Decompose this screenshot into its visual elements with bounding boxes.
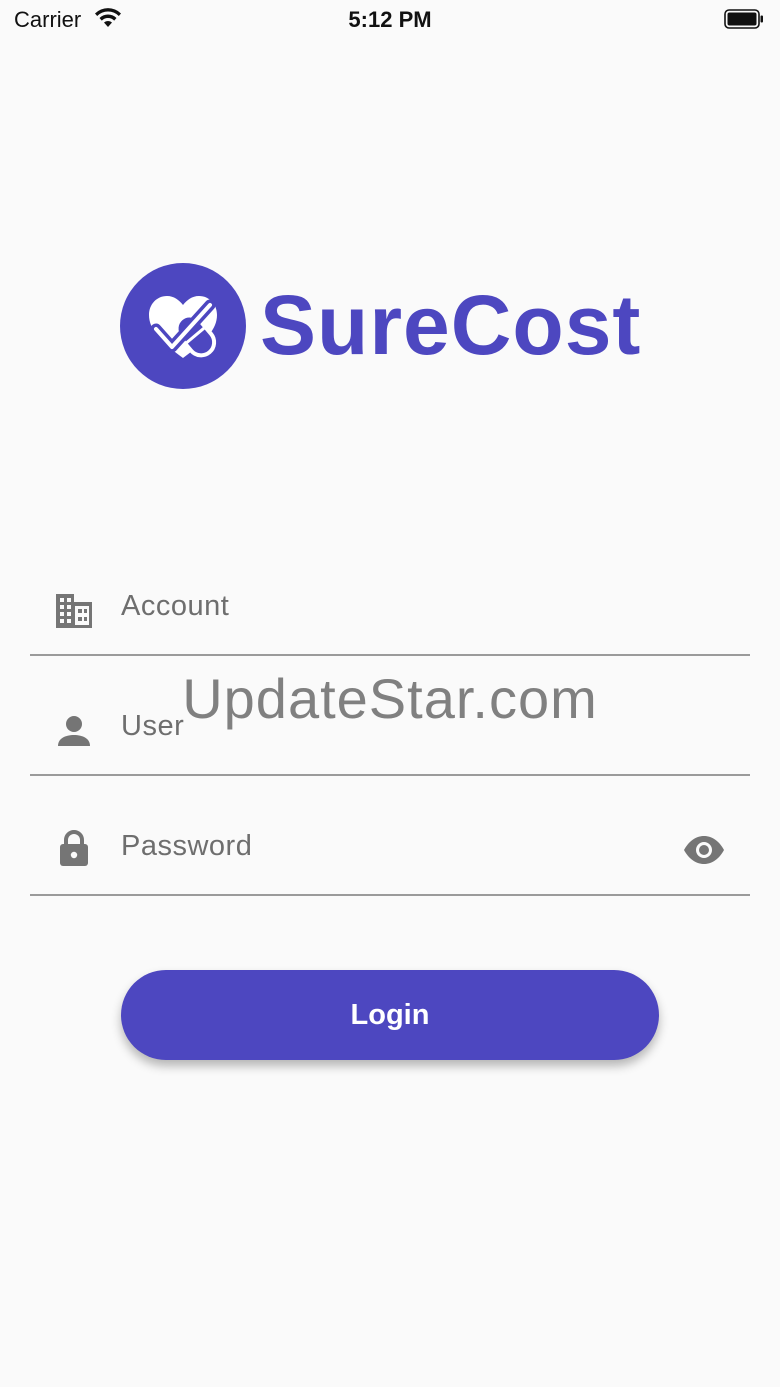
eye-icon[interactable]: [682, 835, 726, 865]
user-input[interactable]: [121, 704, 661, 748]
logo-pill-check-icon: [120, 263, 246, 389]
battery-icon: [724, 9, 763, 29]
account-field-container: [30, 564, 750, 656]
status-bar: Carrier 5:12 PM: [0, 0, 780, 40]
brand-logo: SureCost: [120, 263, 680, 391]
building-icon: [56, 594, 92, 628]
password-field-container: [30, 804, 750, 896]
status-time: 5:12 PM: [348, 7, 432, 32]
brand-name: SureCost: [260, 278, 642, 372]
password-input[interactable]: [121, 824, 661, 868]
person-icon: [58, 716, 90, 746]
account-input[interactable]: [121, 584, 661, 628]
lock-icon: [60, 830, 88, 866]
login-button[interactable]: Login: [121, 970, 659, 1060]
user-field-container: [30, 684, 750, 776]
